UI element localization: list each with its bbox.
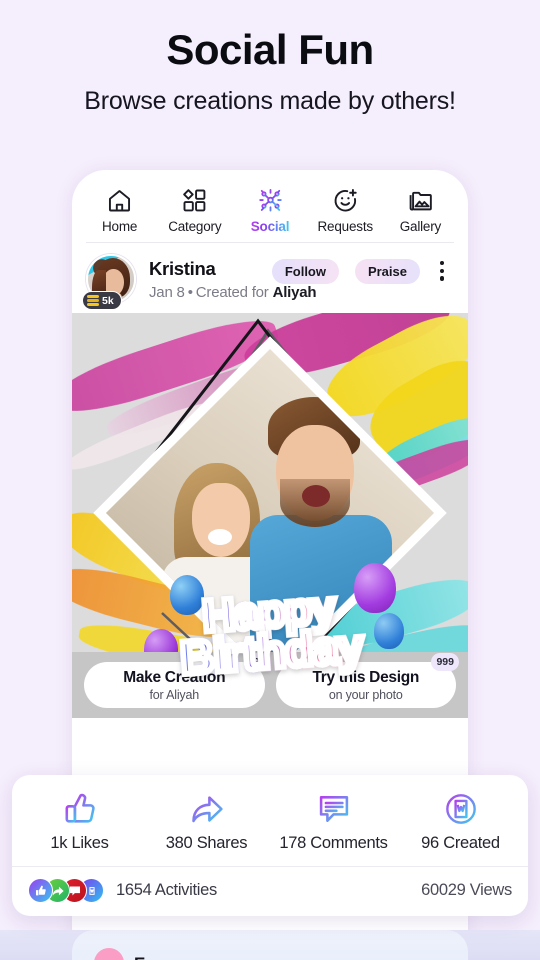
try-design-badge: 999 <box>431 653 459 671</box>
requests-icon <box>332 187 359 214</box>
views-label: 60029 Views <box>421 881 512 899</box>
greeting-line-2: Birthday <box>175 616 367 688</box>
stat-created[interactable]: 96 Created <box>397 791 524 853</box>
nav-item-requests[interactable]: Requests <box>308 187 383 234</box>
post-header: 5k Kristina Jan 8 • Created for Aliyah Fol… <box>72 243 468 313</box>
nav-label-category: Category <box>168 218 222 234</box>
nav-label-requests: Requests <box>317 218 373 234</box>
activity-avatar-like <box>28 878 53 903</box>
nav-label-gallery: Gallery <box>399 218 442 234</box>
nav-label-home: Home <box>101 218 138 234</box>
post-meta: Jan 8 • Created for Aliyah <box>149 284 454 301</box>
comment-bubble-icon <box>316 791 352 827</box>
next-post-avatar <box>94 948 124 960</box>
thumbs-up-icon <box>62 791 98 827</box>
page-header: Social Fun Browse creations made by othe… <box>0 0 540 116</box>
balloon-purple-right <box>354 563 396 613</box>
next-post-peek[interactable]: Emma <box>72 930 468 960</box>
stat-likes-label: 1k Likes <box>50 834 109 852</box>
share-arrow-icon <box>189 791 225 827</box>
stats-panel: 1k Likes 380 Shares 178 Comments 96 Crea… <box>12 775 528 916</box>
coin-stack-icon <box>87 295 99 307</box>
try-design-subtitle: on your photo <box>328 687 403 702</box>
stat-comments[interactable]: 178 Comments <box>270 791 397 853</box>
stat-likes[interactable]: 1k Likes <box>16 791 143 853</box>
praise-button[interactable]: Praise <box>354 259 420 284</box>
activity-avatars <box>28 878 104 903</box>
post-artwork[interactable]: Happy Birthday Make Creation for Aliyah … <box>72 313 468 718</box>
next-post-author: Emma <box>134 954 185 960</box>
nav-label-social: Social <box>250 218 290 234</box>
page-title: Social Fun <box>166 26 374 73</box>
meta-separator: • <box>187 283 193 301</box>
page-subtitle: Browse creations made by others! <box>84 87 456 116</box>
nav-item-social[interactable]: Social <box>232 187 307 234</box>
social-icon <box>257 187 284 214</box>
bottom-navigation-bar: Home Category Social Requests Gallery <box>72 170 468 242</box>
stats-row: 1k Likes 380 Shares 178 Comments 96 Crea… <box>12 775 528 866</box>
created-badge-icon <box>443 791 479 827</box>
created-for-name: Aliyah <box>272 283 317 301</box>
activities-row[interactable]: 1654 Activities 60029 Views <box>12 867 528 916</box>
stat-created-label: 96 Created <box>421 834 500 852</box>
artwork-greeting: Happy Birthday <box>175 578 367 688</box>
activities-label: 1654 Activities <box>116 881 217 899</box>
nav-item-gallery[interactable]: Gallery <box>383 187 458 234</box>
nav-item-home[interactable]: Home <box>82 187 157 234</box>
gallery-icon <box>407 187 434 214</box>
category-icon <box>181 187 208 214</box>
stat-shares[interactable]: 380 Shares <box>143 791 270 853</box>
make-creation-subtitle: for Aliyah <box>149 687 200 702</box>
stat-comments-label: 178 Comments <box>279 834 388 852</box>
coin-badge: 5k <box>82 291 122 310</box>
stat-shares-label: 380 Shares <box>165 834 248 852</box>
balloon-blue-right <box>374 613 404 649</box>
avatar-wrapper[interactable]: 5k <box>82 254 136 310</box>
created-prefix: Created for <box>195 283 269 301</box>
nav-item-category[interactable]: Category <box>157 187 232 234</box>
follow-button[interactable]: Follow <box>271 259 339 284</box>
coin-badge-value: 5k <box>102 294 114 307</box>
home-icon <box>106 187 133 214</box>
kebab-menu-icon[interactable] <box>432 261 452 281</box>
post-date: Jan 8 <box>149 283 185 301</box>
